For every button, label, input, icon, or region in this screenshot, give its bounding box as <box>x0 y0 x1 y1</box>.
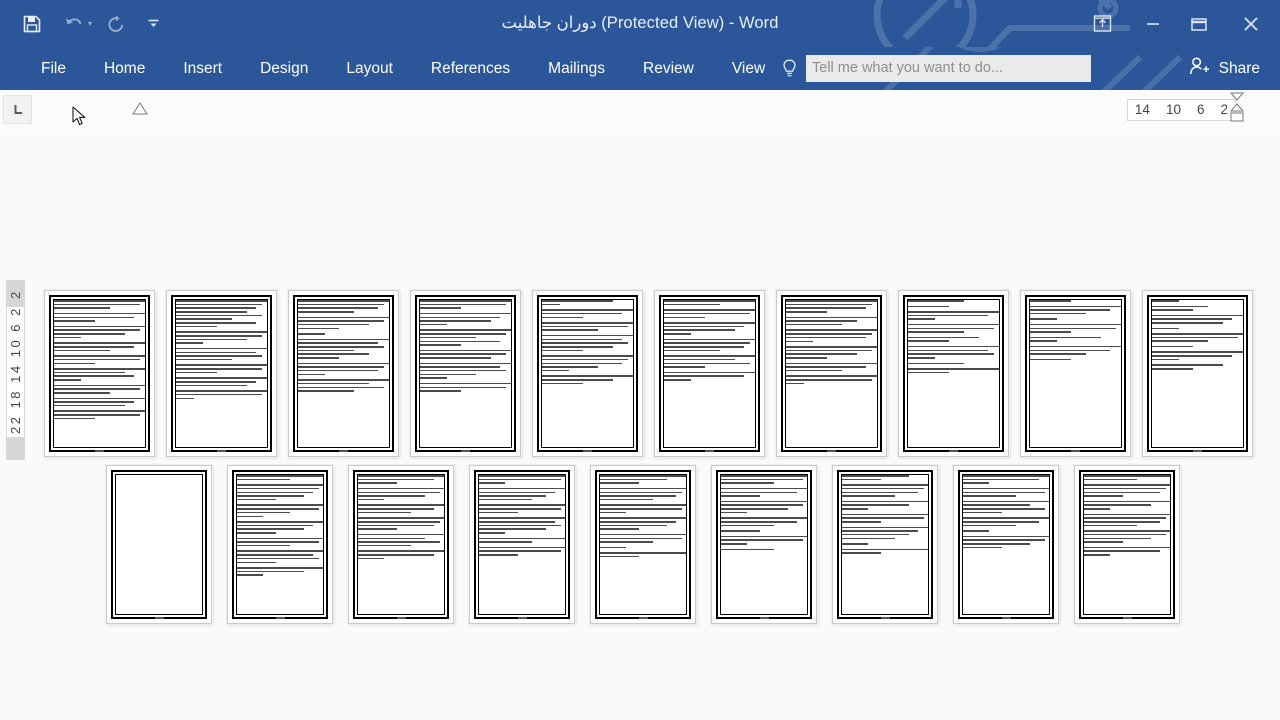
share-button[interactable]: Share <box>1183 47 1266 90</box>
tab-insert[interactable]: Insert <box>164 47 241 90</box>
ribbon-display-options-button[interactable] <box>1074 0 1130 47</box>
page-thumbnail[interactable] <box>1142 290 1253 457</box>
tab-layout[interactable]: Layout <box>327 47 412 90</box>
tab-home[interactable]: Home <box>85 47 164 90</box>
ruler-tick-10: 10 <box>1165 102 1181 117</box>
undo-icon <box>66 17 82 24</box>
mouse-cursor <box>72 106 86 126</box>
person-add-icon <box>1189 56 1210 81</box>
page-thumbnail[interactable] <box>227 465 333 624</box>
restore-icon <box>1191 17 1207 31</box>
ruler-row <box>0 90 1280 131</box>
customize-quick-access-button[interactable] <box>140 7 166 41</box>
vertical-ruler-bottom-margin <box>7 437 24 459</box>
left-indent-marker[interactable] <box>131 101 149 117</box>
page-thumbnail[interactable] <box>532 290 643 457</box>
document-canvas[interactable]: 2 22 18 14 10 6 2 <box>0 131 1280 720</box>
ribbon-tabs: File Home Insert Design Layout Reference… <box>22 47 784 90</box>
word-window: ▾ دوران جاهليت (Protected View) - Word F… <box>0 0 1280 720</box>
horizontal-ruler[interactable]: 14 10 6 2 <box>1126 99 1236 121</box>
tell-me-container <box>780 47 1091 90</box>
title-bar: ▾ دوران جاهليت (Protected View) - Word <box>0 0 1280 47</box>
minimize-button[interactable] <box>1130 0 1176 47</box>
tab-stop-selector[interactable] <box>3 95 32 124</box>
restore-button[interactable] <box>1176 0 1222 47</box>
page-thumbnail[interactable] <box>654 290 765 457</box>
page-thumbnail[interactable] <box>1074 465 1180 624</box>
save-button[interactable] <box>14 7 50 41</box>
ruler-tick-2: 2 <box>1220 102 1228 117</box>
ruler-tick-14: 14 <box>1134 102 1150 117</box>
page-thumbnail[interactable] <box>166 290 277 457</box>
page-thumbnail[interactable] <box>288 290 399 457</box>
page-thumbnail[interactable] <box>776 290 887 457</box>
page-thumbnail[interactable] <box>832 465 938 624</box>
minimize-icon <box>1147 22 1159 25</box>
indent-markers[interactable] <box>1229 92 1245 130</box>
undo-dropdown-icon[interactable]: ▾ <box>88 19 92 28</box>
ribbon-tab-strip: File Home Insert Design Layout Reference… <box>0 47 1280 90</box>
page-thumbnail[interactable] <box>106 465 212 624</box>
window-controls <box>1074 0 1280 47</box>
redo-icon <box>108 15 124 32</box>
quick-access-toolbar: ▾ <box>14 0 166 47</box>
page-thumbnail[interactable] <box>898 290 1009 457</box>
page-thumbnail[interactable] <box>953 465 1059 624</box>
page-thumbnail[interactable] <box>348 465 454 624</box>
page-thumbnail[interactable] <box>1020 290 1131 457</box>
thumbnail-row-2 <box>106 465 1180 624</box>
tab-view[interactable]: View <box>713 47 784 90</box>
tab-mailings[interactable]: Mailings <box>529 47 624 90</box>
close-button[interactable] <box>1222 0 1280 47</box>
thumbnail-row-1 <box>44 290 1253 457</box>
ruler-tick-6: 6 <box>1196 102 1205 117</box>
page-thumbnail[interactable] <box>410 290 521 457</box>
titlebar-decoration <box>873 0 1130 47</box>
chevron-down-icon <box>148 19 159 27</box>
vertical-ruler-ticks: 22 18 14 10 6 2 <box>8 306 23 434</box>
page-thumbnail[interactable] <box>469 465 575 624</box>
tab-references[interactable]: References <box>412 47 529 90</box>
redo-button[interactable] <box>98 7 134 41</box>
page-thumbnail[interactable] <box>44 290 155 457</box>
tab-design[interactable]: Design <box>241 47 327 90</box>
share-label: Share <box>1218 59 1260 77</box>
undo-button[interactable] <box>56 7 92 41</box>
save-icon <box>23 15 41 32</box>
left-tab-icon <box>14 104 22 114</box>
tell-me-input[interactable] <box>806 55 1091 82</box>
tab-review[interactable]: Review <box>624 47 713 90</box>
vertical-ruler[interactable]: 2 22 18 14 10 6 2 <box>6 280 25 460</box>
ribbon-display-icon <box>1093 15 1111 32</box>
page-thumbnail[interactable] <box>590 465 696 624</box>
close-icon <box>1244 16 1258 31</box>
lightbulb-icon <box>780 58 798 80</box>
tab-file[interactable]: File <box>22 47 85 90</box>
page-thumbnail[interactable] <box>711 465 817 624</box>
